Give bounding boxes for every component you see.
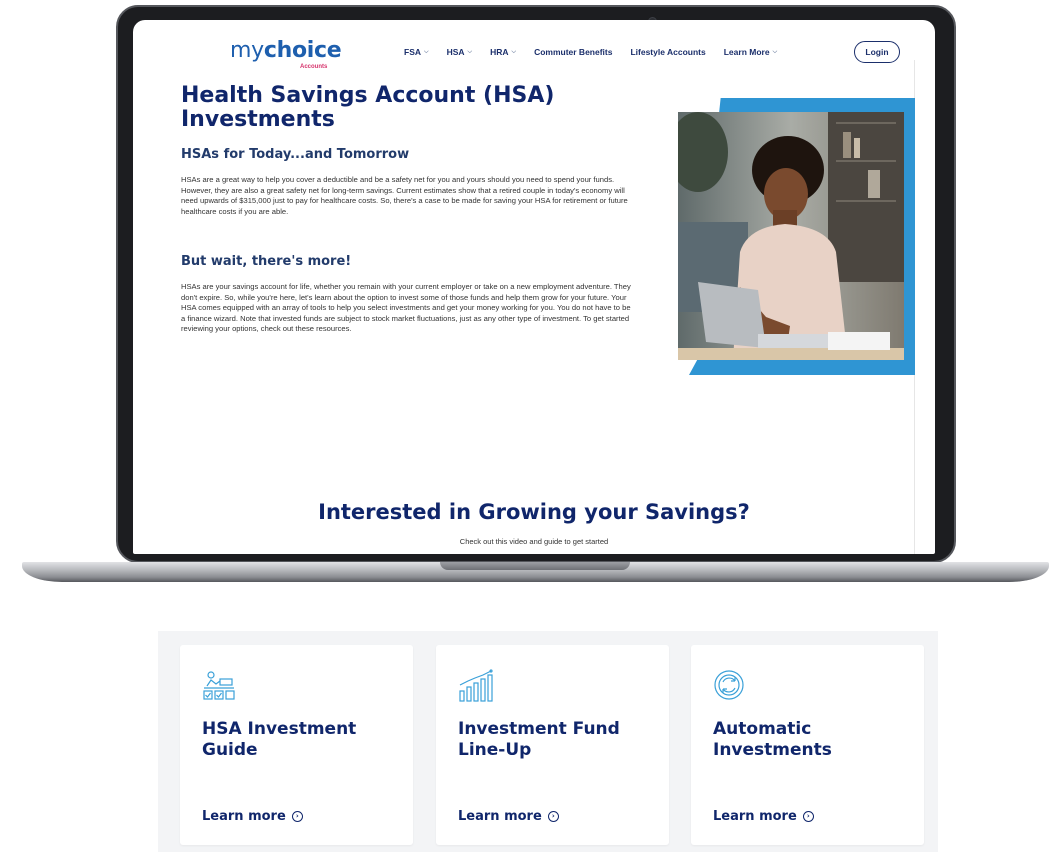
- cta-subtitle: Check out this video and guide to get st…: [459, 537, 609, 546]
- card-title: HSA Investment Guide: [202, 719, 357, 760]
- chevron-down-icon: ⌵: [467, 48, 473, 55]
- checklist-person-icon: [202, 669, 238, 705]
- arrow-circle-icon: ›: [802, 811, 814, 822]
- nav-label: FSA: [404, 47, 421, 57]
- nav-label: Learn More: [723, 47, 770, 57]
- card-investment-fund-lineup[interactable]: Investment Fund Line-Up Learn more ›: [436, 645, 669, 845]
- card-title: Investment Fund Line-Up: [458, 719, 620, 760]
- learn-more-link[interactable]: Learn more ›: [458, 809, 559, 824]
- section-heading-more: But wait, there's more!: [181, 254, 352, 269]
- section-text-more: HSAs are your savings account for life, …: [181, 282, 631, 334]
- logo-prefix: my: [230, 38, 264, 63]
- site-logo[interactable]: mychoice Accounts: [230, 38, 342, 70]
- chevron-down-icon: ⌵: [424, 48, 429, 55]
- arrow-circle-icon: ›: [291, 811, 303, 822]
- link-label: Learn more: [458, 809, 542, 824]
- section-text-today: HSAs are a great way to help you cover a…: [181, 175, 628, 216]
- nav-item-commuter-benefits[interactable]: Commuter Benefits: [534, 47, 612, 57]
- auto-refresh-icon: [713, 669, 749, 705]
- chevron-down-icon: ⌵: [511, 48, 517, 55]
- section-heading-today: HSAs for Today...and Tomorrow: [181, 147, 410, 162]
- main-nav: FSA ⌵ HSA ⌵ HRA ⌵ Commuter Benefits Lifesty…: [404, 47, 795, 57]
- link-label: Learn more: [713, 809, 797, 824]
- laptop-screen: mychoice Accounts FSA ⌵ HSA ⌵ HRA ⌵ Commute…: [133, 20, 935, 554]
- chevron-down-icon: ⌵: [772, 48, 778, 55]
- logo-suffix: choice: [263, 38, 342, 63]
- nav-label: HSA: [446, 47, 465, 57]
- nav-item-lifestyle-accounts[interactable]: Lifestyle Accounts: [630, 47, 705, 57]
- learn-more-link[interactable]: Learn more ›: [713, 809, 814, 824]
- page-title: Health Savings Account (HSA) Investments: [181, 83, 555, 132]
- cta-heading: Interested in Growing your Savings?: [318, 500, 750, 524]
- nav-item-fsa[interactable]: FSA ⌵: [404, 47, 429, 57]
- nav-label: Commuter Benefits: [534, 47, 613, 57]
- card-hsa-investment-guide[interactable]: HSA Investment Guide Learn more ›: [180, 645, 413, 845]
- laptop-notch: [440, 562, 630, 570]
- nav-label: Lifestyle Accounts: [630, 47, 706, 57]
- growth-chart-icon: [458, 669, 494, 705]
- nav-label: HRA: [490, 47, 509, 57]
- login-button[interactable]: Login: [854, 41, 900, 63]
- nav-item-learn-more[interactable]: Learn More ⌵: [724, 47, 777, 57]
- learn-more-link[interactable]: Learn more ›: [202, 809, 303, 824]
- hero-photo-woman-laptop: [678, 112, 904, 360]
- nav-item-hra[interactable]: HRA ⌵: [490, 47, 516, 57]
- card-title: Automatic Investments: [713, 719, 832, 760]
- hero-photo-illustration: [678, 112, 904, 360]
- card-automatic-investments[interactable]: Automatic Investments Learn more ›: [691, 645, 924, 845]
- logo-subtitle: Accounts: [300, 64, 328, 70]
- link-label: Learn more: [202, 809, 286, 824]
- nav-item-hsa[interactable]: HSA ⌵: [447, 47, 473, 57]
- arrow-circle-icon: ›: [547, 811, 559, 822]
